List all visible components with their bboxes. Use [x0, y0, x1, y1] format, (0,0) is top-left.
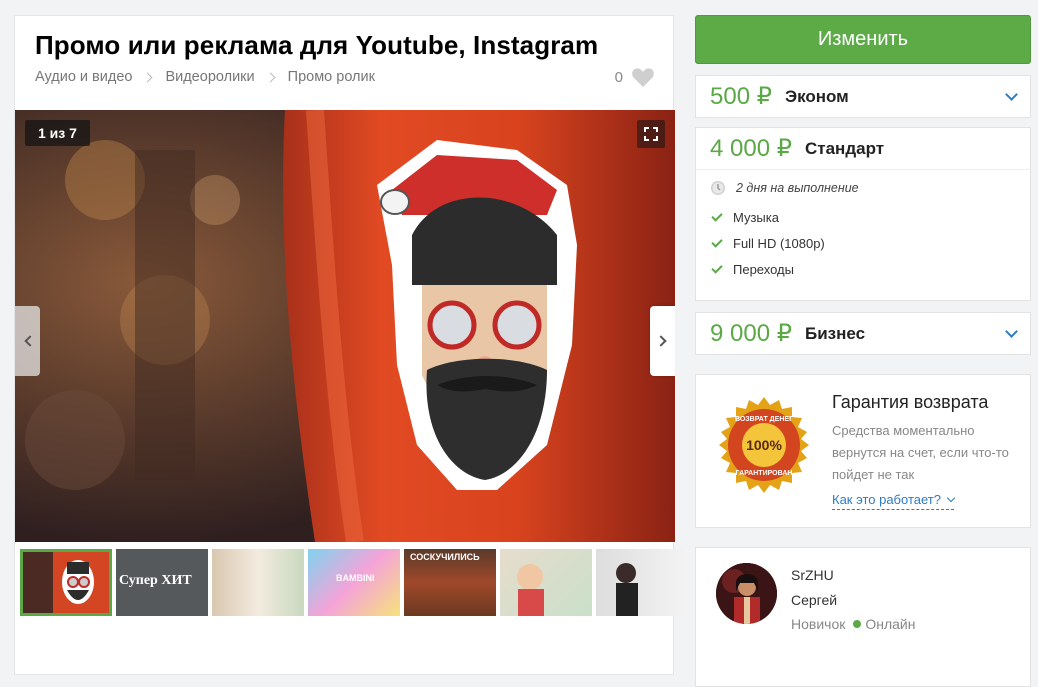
thumbnail-6[interactable]: [500, 549, 592, 616]
thumbnail-3[interactable]: [212, 549, 304, 616]
package-feature: Переходы: [710, 262, 1016, 277]
check-icon: [711, 236, 723, 248]
package-price: 9 000 ₽: [710, 320, 792, 347]
seller-online: Онлайн: [865, 616, 916, 632]
package-name: Бизнес: [805, 323, 866, 343]
package-business[interactable]: 9 000 ₽ Бизнес: [695, 312, 1031, 355]
heart-icon: [632, 68, 654, 87]
page-title: Промо или реклама для Youtube, Instagram: [35, 30, 599, 60]
gallery-prev-button[interactable]: [15, 306, 40, 376]
package-price: 4 000 ₽: [710, 135, 792, 162]
how-it-works-link[interactable]: Как это работает?: [832, 492, 956, 510]
svg-text:ВОЗВРАТ ДЕНЕГ: ВОЗВРАТ ДЕНЕГ: [735, 416, 793, 423]
online-dot-icon: [853, 620, 862, 628]
guarantee-text: Средства моментально вернутся на счет, е…: [832, 423, 1009, 482]
seller-status: Новичок Онлайн: [791, 616, 916, 632]
likes-count: 0: [614, 68, 623, 86]
change-button[interactable]: Изменить: [695, 15, 1031, 64]
clock-icon: [711, 181, 725, 195]
package-name: Эконом: [784, 86, 849, 106]
thumbnail-5[interactable]: СОСКУЧИЛИСЬ: [404, 549, 496, 616]
image-gallery[interactable]: 1 из 7: [15, 110, 675, 542]
gallery-next-button[interactable]: [650, 306, 675, 376]
thumbnail-4[interactable]: BAMBINI: [308, 549, 400, 616]
gig-card: Промо или реклама для Youtube, Instagram…: [14, 15, 688, 675]
package-feature: Музыка: [710, 210, 1016, 225]
chevron-right-icon: [654, 335, 667, 347]
image-counter: 1 из 7: [25, 120, 90, 146]
svg-text:ГАРАНТИРОВАН: ГАРАНТИРОВАН: [736, 470, 793, 477]
avatar[interactable]: [716, 563, 777, 624]
seller-card: SrZHU Сергей Новичок Онлайн: [695, 547, 1031, 687]
chevron-right-icon: [143, 72, 153, 82]
package-feature: Full HD (1080p): [710, 236, 1016, 251]
package-duration: 2 дня на выполнение: [710, 180, 1016, 196]
package-name: Стандарт: [805, 138, 885, 158]
breadcrumb-item-videos[interactable]: Видеоролики: [165, 69, 254, 85]
thumbnail-strip: Супер ХИТ BAMBINI СОСКУЧИЛИСЬ: [20, 549, 688, 616]
seller-level: Новичок: [791, 616, 846, 632]
check-icon: [711, 262, 723, 274]
chevron-left-icon: [23, 335, 36, 347]
breadcrumb-item-audio-video[interactable]: Аудио и видео: [35, 69, 132, 85]
guarantee-title: Гарантия возврата: [832, 392, 989, 412]
gallery-main-image: [15, 110, 675, 542]
chevron-down-icon: [946, 493, 956, 503]
thumbnail-2[interactable]: Супер ХИТ: [116, 549, 208, 616]
guarantee-seal-icon: 100% ВОЗВРАТ ДЕНЕГ ГАРАНТИРОВАН: [719, 397, 809, 493]
svg-text:100%: 100%: [746, 437, 782, 453]
breadcrumb: Аудио и видео Видеоролики Промо ролик: [35, 69, 375, 85]
fullscreen-button[interactable]: [637, 120, 665, 148]
thumbnail-7[interactable]: [596, 549, 688, 616]
seller-name: Сергей: [791, 592, 838, 608]
package-standard[interactable]: 4 000 ₽ Стандарт 2 дня на выполнение Муз…: [695, 127, 1031, 301]
breadcrumb-item-promo[interactable]: Промо ролик: [288, 69, 375, 85]
refund-guarantee: 100% ВОЗВРАТ ДЕНЕГ ГАРАНТИРОВАН Гарантия…: [695, 374, 1031, 528]
expand-icon: [644, 127, 658, 141]
package-price: 500 ₽: [710, 83, 772, 110]
seller-login[interactable]: SrZHU: [791, 567, 834, 583]
package-econom[interactable]: 500 ₽ Эконом: [695, 75, 1031, 118]
thumbnail-1[interactable]: [20, 549, 112, 616]
like-button[interactable]: 0: [615, 66, 655, 88]
check-icon: [711, 210, 723, 222]
chevron-right-icon: [265, 72, 276, 82]
package-details: 2 дня на выполнение Музыка Full HD (1080…: [696, 169, 1030, 277]
